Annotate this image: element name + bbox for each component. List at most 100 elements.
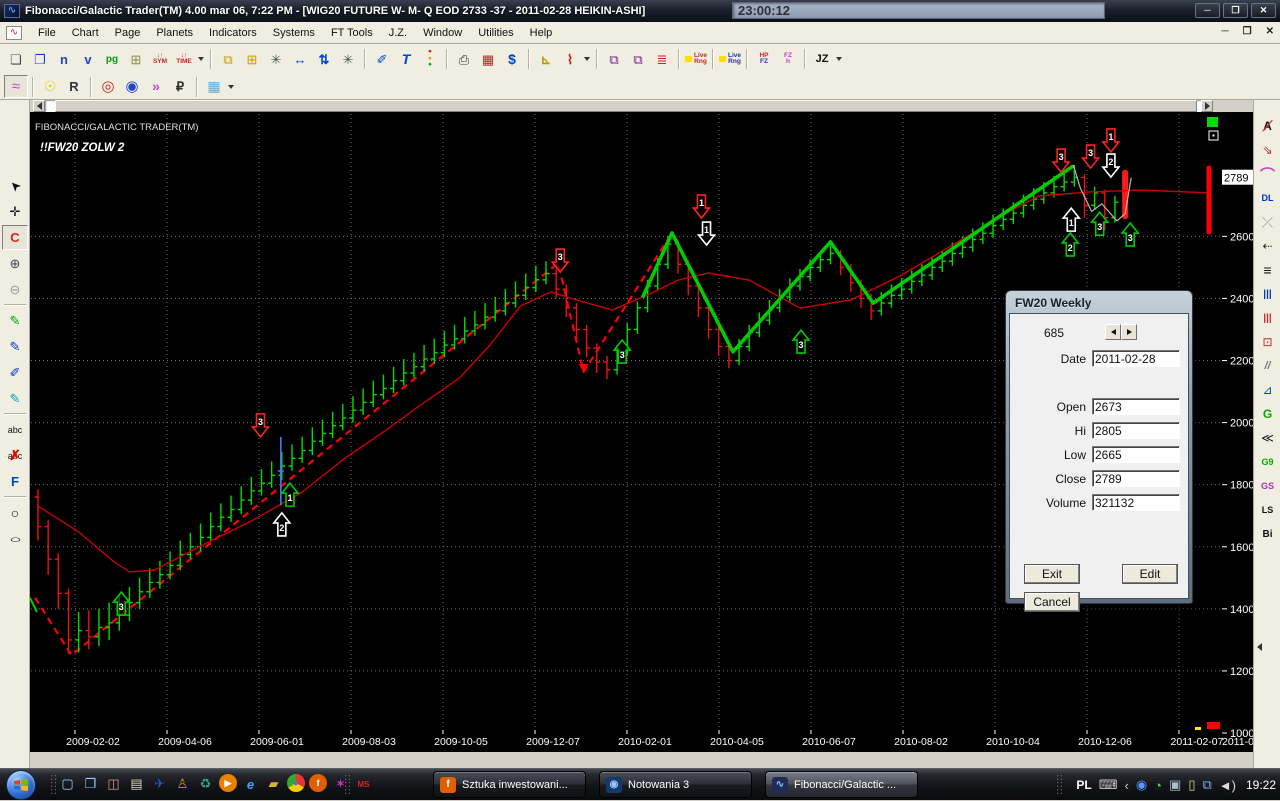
candle-tool-icon[interactable]: ⌇ — [558, 48, 582, 71]
mdi-child-icon[interactable]: ∿ — [6, 25, 22, 40]
width-fit-icon[interactable]: ↔ — [288, 48, 312, 71]
language-indicator[interactable]: PL — [1076, 778, 1091, 792]
chart-scrollbar[interactable] — [33, 100, 1213, 112]
scheduler-icon[interactable]: ◔ — [1154, 778, 1162, 793]
traffic-light-icon[interactable]: ● ● ● — [418, 48, 442, 71]
red-grid-icon[interactable]: ≣ — [650, 48, 674, 71]
volume-icon[interactable]: ◄) — [1219, 778, 1236, 793]
v-lines-red-icon[interactable]: ||| — [1255, 306, 1280, 330]
fan-lines-icon[interactable]: ≪ — [1255, 426, 1280, 450]
new-page-icon[interactable]: ❏ — [4, 48, 28, 71]
ms-app-icon[interactable]: MS — [354, 774, 373, 794]
zoom-in-icon[interactable]: ⊕ — [2, 251, 28, 276]
hi-field[interactable] — [1092, 422, 1180, 439]
menu-ft-tools[interactable]: FT Tools — [323, 24, 381, 42]
drop-2-icon[interactable] — [582, 48, 592, 71]
diag-lines-icon[interactable]: // — [1255, 354, 1280, 378]
record-next-button[interactable] — [1121, 324, 1137, 340]
dialog-title[interactable]: FW20 Weekly — [1009, 294, 1189, 313]
line-blue-icon[interactable]: ✐ — [2, 360, 28, 385]
retrograde-icon[interactable]: R — [62, 75, 86, 98]
page-pg-icon[interactable]: pg — [100, 48, 124, 71]
dl-tool-icon[interactable]: DL — [1255, 186, 1280, 210]
chess-app-icon[interactable]: ♙ — [173, 774, 192, 794]
scale-updown-icon[interactable]: ⇅ — [312, 48, 336, 71]
keyboard-icon[interactable]: ⌨ — [1099, 777, 1118, 793]
ls-icon[interactable]: LS — [1255, 498, 1280, 522]
minimize-button[interactable]: ─ — [1195, 3, 1220, 18]
live-range-blue-icon[interactable]: Live Rng — [718, 48, 742, 71]
aspect-arrows-icon[interactable]: » — [144, 75, 168, 98]
folder-icon[interactable]: ▰ — [264, 774, 283, 794]
menu-chart[interactable]: Chart — [64, 24, 107, 42]
save-tool-icon[interactable]: ◫ — [104, 774, 123, 794]
drop-1-icon[interactable] — [196, 48, 206, 71]
planet-circle-icon[interactable]: ◉ — [120, 75, 144, 98]
pointer-icon[interactable]: ➤ — [2, 173, 28, 198]
gann-g-icon[interactable]: G — [1255, 402, 1280, 426]
star-fit-icon[interactable]: ✳ — [336, 48, 360, 71]
task-sztuka-button[interactable]: f Sztuka inwestowani... — [433, 771, 586, 798]
firefox-icon[interactable]: f — [309, 774, 327, 792]
text-tool-icon[interactable]: T — [394, 48, 418, 71]
blue-bird-icon[interactable]: ✈ — [150, 774, 169, 794]
restore-button[interactable]: ❐ — [1223, 3, 1248, 18]
menu-systems[interactable]: Systems — [265, 24, 323, 42]
trend-arrows-icon[interactable]: ⇘ — [1255, 138, 1280, 162]
menu-planets[interactable]: Planets — [148, 24, 201, 42]
mdi-minimize-icon[interactable]: ─ — [1222, 26, 1229, 37]
drop-4-icon[interactable] — [226, 75, 236, 98]
menu-utilities[interactable]: Utilities — [470, 24, 521, 42]
zoom-all-icon[interactable]: ✳ — [264, 48, 288, 71]
calendar-icon[interactable]: ▦ — [476, 48, 500, 71]
pointer-pen-icon[interactable]: ✐ — [370, 48, 394, 71]
menu-file[interactable]: File — [30, 24, 64, 42]
menu-indicators[interactable]: Indicators — [201, 24, 265, 42]
pen-blue-icon[interactable]: ✎ — [2, 334, 28, 359]
fzh-icon[interactable]: FZ h — [776, 48, 800, 71]
crosshair-icon[interactable]: ✛ — [2, 199, 28, 224]
fibo-f-icon[interactable]: F — [2, 469, 28, 494]
recycle-bin-icon[interactable]: ♻ — [196, 774, 215, 794]
mini-chart-icon[interactable]: ⊡ — [1255, 330, 1280, 354]
scale-v-icon[interactable]: v — [76, 48, 100, 71]
task-notowania-button[interactable]: ◉ Notowania 3 — [599, 771, 752, 798]
hp-fz-icon[interactable]: HP FZ — [752, 48, 776, 71]
power-icon[interactable]: ▯ — [1188, 777, 1195, 793]
cascade-icon[interactable]: ⧉ — [216, 48, 240, 71]
time-icon[interactable]: ↓↑ TIME — [172, 48, 196, 71]
gann-triangle-icon[interactable]: ⊿ — [1255, 378, 1280, 402]
low-field[interactable] — [1092, 446, 1180, 463]
date-field[interactable] — [1092, 350, 1180, 367]
exit-button[interactable]: Exit — [1024, 564, 1080, 584]
text-abc-delete-icon[interactable]: abc ✗ — [2, 443, 28, 468]
menu-j-z-[interactable]: J.Z. — [381, 24, 415, 42]
planet-dot-icon[interactable]: ☉ — [38, 75, 62, 98]
grid-box-icon[interactable]: ▦ — [202, 75, 226, 98]
orbits-icon[interactable]: ◎ — [96, 75, 120, 98]
pen-green-icon[interactable]: ✎ — [2, 308, 28, 333]
volume-field[interactable] — [1092, 494, 1180, 511]
grid-window-icon[interactable]: ⊞ — [124, 48, 148, 71]
ruler-icon[interactable]: ⊾ — [534, 48, 558, 71]
notepad-icon[interactable]: ▤ — [127, 774, 146, 794]
planet-lines-icon[interactable]: ≈ — [4, 75, 28, 98]
live-range-red-icon[interactable]: Live Rng — [684, 48, 708, 71]
menu-window[interactable]: Window — [415, 24, 470, 42]
close-field[interactable] — [1092, 470, 1180, 487]
ellipse-tool-icon[interactable]: ○ — [2, 526, 28, 551]
display-icon[interactable]: ▣ — [1169, 777, 1181, 793]
print-icon[interactable]: ⎙ — [452, 48, 476, 71]
close-button[interactable]: ✕ — [1251, 3, 1276, 18]
zoom-out-icon[interactable]: ⊖ — [2, 277, 28, 302]
cascade-add-icon[interactable]: ⊞ — [240, 48, 264, 71]
messenger-icon[interactable]: ◉ — [1136, 777, 1147, 793]
windows-3-icon[interactable]: ⧉ — [626, 48, 650, 71]
symbol-icon[interactable]: ↓↑ SYM — [148, 48, 172, 71]
text-abc-icon[interactable]: abc — [2, 417, 28, 442]
scale-n-icon[interactable]: n — [52, 48, 76, 71]
g9-icon[interactable]: G9 — [1255, 450, 1280, 474]
open-field[interactable] — [1092, 398, 1180, 415]
scroll-left-icon[interactable] — [33, 100, 45, 112]
chrome-icon[interactable]: ● — [287, 774, 305, 792]
